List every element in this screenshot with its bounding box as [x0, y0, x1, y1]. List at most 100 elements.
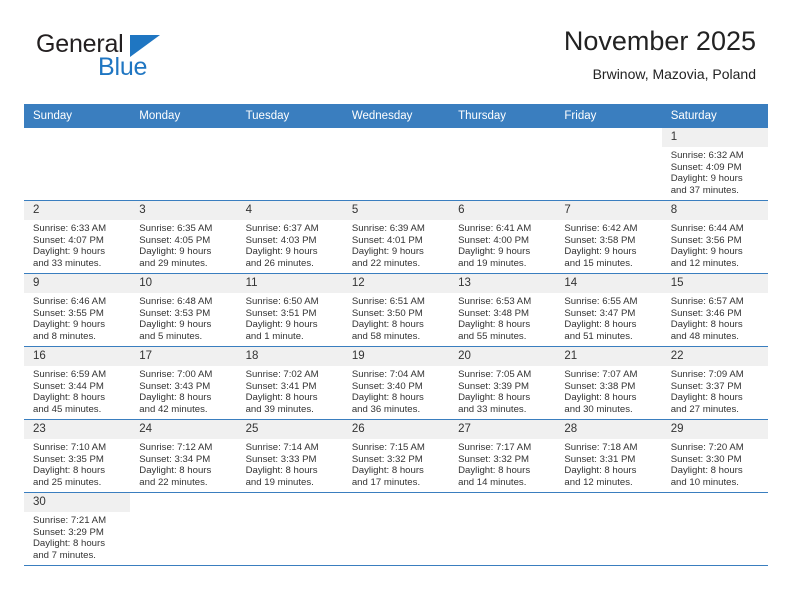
day-details: Sunrise: 6:48 AM Sunset: 3:53 PM Daylight:… — [130, 293, 236, 342]
calendar-day-cell[interactable]: 13 Sunrise: 6:53 AM Sunset: 3:48 PM Dayligh… — [449, 273, 556, 347]
sunrise-text: Sunrise: 6:51 AM — [351, 296, 425, 307]
calendar-day-cell[interactable]: 18 Sunrise: 7:02 AM Sunset: 3:41 PM Dayligh… — [236, 346, 343, 420]
daylight-text-line2: and 45 minutes. — [33, 403, 102, 415]
weekday-header-monday: Monday — [130, 104, 237, 128]
day-number: 20 — [449, 347, 556, 366]
calendar-day-cell[interactable]: 4 Sunrise: 6:37 AM Sunset: 4:03 PM Daylight… — [236, 200, 343, 274]
calendar-grid: Sunday Monday Tuesday Wednesday Thursday Frid… — [24, 104, 768, 566]
sunrise-text: Sunrise: 6:37 AM — [245, 223, 319, 234]
daylight-text-line1: Daylight: 8 hours — [564, 319, 637, 331]
calendar-day-cell[interactable]: 6 Sunrise: 6:41 AM Sunset: 4:00 PM Daylight… — [449, 200, 556, 274]
calendar-cell-empty — [661, 492, 768, 566]
calendar-week-row: 23 Sunrise: 7:10 AM Sunset: 3:35 PM Dayligh… — [24, 419, 768, 493]
sunset-text: Sunset: 3:40 PM — [351, 380, 423, 392]
daylight-text-line1: Daylight: 8 hours — [351, 319, 424, 331]
calendar-day-cell[interactable]: 9 Sunrise: 6:46 AM Sunset: 3:55 PM Daylight… — [24, 273, 131, 347]
calendar-cell-empty — [236, 128, 343, 201]
sunset-text: Sunset: 3:37 PM — [670, 380, 742, 392]
calendar-day-cell[interactable]: 5 Sunrise: 6:39 AM Sunset: 4:01 PM Daylight… — [342, 200, 450, 274]
calendar-day-cell[interactable]: 10 Sunrise: 6:48 AM Sunset: 3:53 PM Dayligh… — [130, 273, 237, 347]
calendar-week-row: 30 Sunrise: 7:21 AM Sunset: 3:29 PM Dayligh… — [24, 492, 768, 566]
day-details: Sunrise: 6:53 AM Sunset: 3:48 PM Daylight:… — [449, 293, 555, 342]
calendar-day-cell[interactable]: 28 Sunrise: 7:18 AM Sunset: 3:31 PM Dayligh… — [555, 419, 662, 493]
calendar-day-cell[interactable]: 20 Sunrise: 7:05 AM Sunset: 3:39 PM Dayligh… — [449, 346, 556, 420]
daylight-text-line2: and 37 minutes. — [670, 184, 739, 196]
daylight-text-line2: and 42 minutes. — [139, 403, 208, 415]
calendar-day-cell[interactable]: 25 Sunrise: 7:14 AM Sunset: 3:33 PM Dayligh… — [236, 419, 343, 493]
calendar-week-row: 2 Sunrise: 6:33 AM Sunset: 4:07 PM Daylight… — [24, 200, 768, 274]
day-details: Sunrise: 6:50 AM Sunset: 3:51 PM Daylight:… — [237, 293, 343, 342]
daylight-text-line2: and 19 minutes. — [245, 476, 314, 488]
day-number — [130, 128, 236, 147]
calendar-cell-empty — [24, 128, 131, 201]
day-details: Sunrise: 7:05 AM Sunset: 3:39 PM Daylight:… — [449, 366, 555, 415]
day-details: Sunrise: 6:46 AM Sunset: 3:55 PM Daylight:… — [24, 293, 130, 342]
daylight-text-line1: Daylight: 9 hours — [245, 319, 318, 331]
calendar-day-cell[interactable]: 30 Sunrise: 7:21 AM Sunset: 3:29 PM Dayligh… — [24, 492, 131, 566]
calendar-day-cell[interactable]: 21 Sunrise: 7:07 AM Sunset: 3:38 PM Dayligh… — [555, 346, 662, 420]
calendar-day-cell[interactable]: 19 Sunrise: 7:04 AM Sunset: 3:40 PM Dayligh… — [342, 346, 450, 420]
sunrise-text: Sunrise: 7:09 AM — [670, 369, 744, 380]
sunrise-text: Sunrise: 6:44 AM — [670, 223, 744, 234]
day-number: 11 — [236, 274, 343, 293]
day-details: Sunrise: 7:12 AM Sunset: 3:34 PM Daylight:… — [130, 439, 236, 488]
calendar-day-cell[interactable]: 3 Sunrise: 6:35 AM Sunset: 4:05 PM Daylight… — [130, 200, 237, 274]
calendar-cell-empty — [236, 492, 343, 566]
daylight-text-line1: Daylight: 8 hours — [458, 319, 531, 331]
day-number: 24 — [130, 420, 237, 439]
sunset-text: Sunset: 3:58 PM — [564, 234, 636, 246]
day-details: Sunrise: 6:41 AM Sunset: 4:00 PM Daylight:… — [449, 220, 555, 269]
day-number: 21 — [555, 347, 662, 366]
calendar-day-cell[interactable]: 24 Sunrise: 7:12 AM Sunset: 3:34 PM Dayligh… — [130, 419, 237, 493]
title-block: November 2025 Brwinow, Mazovia, Poland — [564, 24, 756, 84]
calendar-day-cell[interactable]: 27 Sunrise: 7:17 AM Sunset: 3:32 PM Dayligh… — [449, 419, 556, 493]
sunset-text: Sunset: 3:34 PM — [139, 453, 211, 465]
brand-logo[interactable]: General Blue — [36, 30, 256, 90]
daylight-text-line2: and 58 minutes. — [351, 330, 421, 342]
daylight-text-line2: and 14 minutes. — [458, 476, 527, 488]
sunrise-text: Sunrise: 7:15 AM — [351, 442, 425, 453]
day-number — [555, 493, 661, 512]
calendar-day-cell[interactable]: 12 Sunrise: 6:51 AM Sunset: 3:50 PM Dayligh… — [342, 273, 450, 347]
daylight-text-line1: Daylight: 8 hours — [670, 392, 743, 404]
weekday-header-friday: Friday — [555, 104, 662, 128]
day-number — [343, 128, 449, 147]
sunrise-text: Sunrise: 7:20 AM — [670, 442, 744, 453]
calendar-day-cell[interactable]: 14 Sunrise: 6:55 AM Sunset: 3:47 PM Dayligh… — [555, 273, 662, 347]
calendar-day-cell[interactable]: 16 Sunrise: 6:59 AM Sunset: 3:44 PM Dayligh… — [24, 346, 131, 420]
calendar-day-cell[interactable]: 8 Sunrise: 6:44 AM Sunset: 3:56 PM Daylight… — [661, 200, 768, 274]
calendar-day-cell[interactable]: 1 Sunrise: 6:32 AM Sunset: 4:09 PM Daylight… — [661, 128, 768, 201]
sunset-text: Sunset: 4:07 PM — [33, 234, 104, 246]
calendar-day-cell[interactable]: 17 Sunrise: 7:00 AM Sunset: 3:43 PM Dayligh… — [130, 346, 237, 420]
calendar-day-cell[interactable]: 22 Sunrise: 7:09 AM Sunset: 3:37 PM Dayligh… — [661, 346, 768, 420]
calendar-day-cell[interactable]: 15 Sunrise: 6:57 AM Sunset: 3:46 PM Dayligh… — [661, 273, 768, 347]
day-details: Sunrise: 7:18 AM Sunset: 3:31 PM Daylight:… — [555, 439, 661, 488]
day-details: Sunrise: 6:55 AM Sunset: 3:47 PM Daylight:… — [555, 293, 661, 342]
day-details: Sunrise: 6:51 AM Sunset: 3:50 PM Daylight:… — [343, 293, 449, 342]
calendar-day-cell[interactable]: 2 Sunrise: 6:33 AM Sunset: 4:07 PM Daylight… — [24, 200, 131, 274]
daylight-text-line1: Daylight: 8 hours — [564, 465, 637, 477]
sunset-text: Sunset: 3:51 PM — [245, 307, 317, 319]
day-number: 12 — [342, 274, 450, 293]
weekday-header-saturday: Saturday — [661, 104, 768, 128]
sunrise-text: Sunrise: 7:21 AM — [33, 515, 107, 526]
daylight-text-line2: and 10 minutes. — [670, 476, 739, 488]
calendar-day-cell[interactable]: 26 Sunrise: 7:15 AM Sunset: 3:32 PM Dayligh… — [342, 419, 450, 493]
daylight-text-line1: Daylight: 8 hours — [458, 465, 531, 477]
daylight-text-line2: and 33 minutes. — [33, 257, 102, 269]
daylight-text-line1: Daylight: 9 hours — [139, 246, 212, 258]
calendar-day-cell[interactable]: 11 Sunrise: 6:50 AM Sunset: 3:51 PM Dayligh… — [236, 273, 343, 347]
sunset-text: Sunset: 4:05 PM — [139, 234, 211, 246]
daylight-text-line1: Daylight: 9 hours — [458, 246, 531, 258]
sunset-text: Sunset: 3:39 PM — [458, 380, 530, 392]
calendar-day-cell[interactable]: 29 Sunrise: 7:20 AM Sunset: 3:30 PM Dayligh… — [661, 419, 768, 493]
daylight-text-line1: Daylight: 8 hours — [245, 465, 318, 477]
daylight-text-line2: and 25 minutes. — [33, 476, 102, 488]
calendar-day-cell[interactable]: 23 Sunrise: 7:10 AM Sunset: 3:35 PM Dayligh… — [24, 419, 131, 493]
day-number: 23 — [24, 420, 131, 439]
daylight-text-line1: Daylight: 8 hours — [458, 392, 531, 404]
daylight-text-line2: and 30 minutes. — [564, 403, 633, 415]
daylight-text-line2: and 55 minutes. — [458, 330, 527, 342]
day-details: Sunrise: 6:39 AM Sunset: 4:01 PM Daylight:… — [343, 220, 449, 269]
calendar-day-cell[interactable]: 7 Sunrise: 6:42 AM Sunset: 3:58 PM Daylight… — [555, 200, 662, 274]
